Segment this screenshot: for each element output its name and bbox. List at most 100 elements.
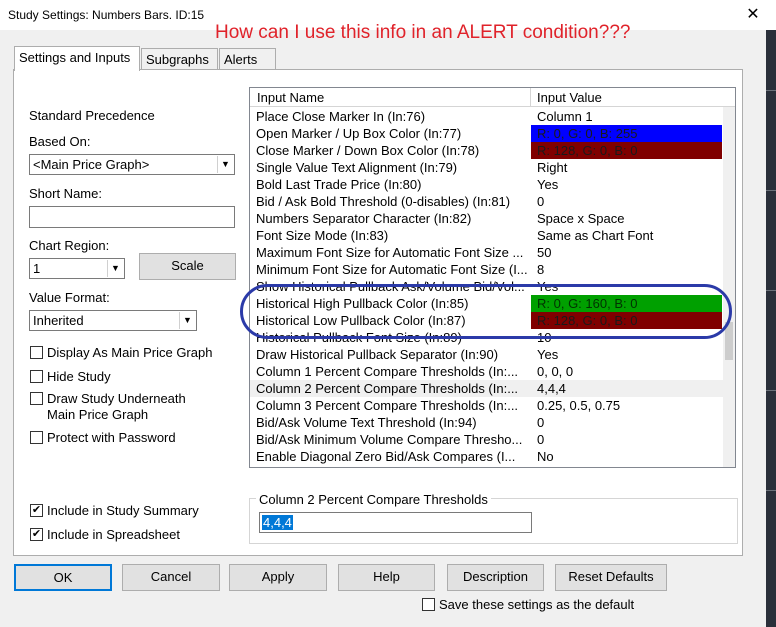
grid-scrollbar[interactable] <box>723 107 735 467</box>
input-value-cell[interactable]: 4,4,4 <box>531 380 722 397</box>
input-value-cell[interactable]: 0 <box>531 431 722 448</box>
grid-row[interactable]: Draw Historical Pullback Separator (In:9… <box>250 346 723 363</box>
input-value-cell[interactable]: 0, 0, 0 <box>531 363 722 380</box>
checkbox-label: Include in Spreadsheet <box>47 527 180 542</box>
input-name-cell: Column 3 Percent Compare Thresholds (In:… <box>256 398 519 413</box>
grid-row[interactable]: Single Value Text Alignment (In:79) Right <box>250 159 723 176</box>
input-value-cell[interactable]: Space x Space <box>531 210 722 227</box>
input-name-cell: Single Value Text Alignment (In:79) <box>256 160 458 175</box>
grid-row[interactable]: Close Marker / Down Box Color (In:78) R: … <box>250 142 723 159</box>
grid-row[interactable]: Column 3 Percent Compare Thresholds (In:… <box>250 397 723 414</box>
chevron-down-icon: ▼ <box>217 156 233 173</box>
grid-row[interactable]: Column 2 Percent Compare Thresholds (In:… <box>250 380 723 397</box>
tab-subgraphs[interactable]: Subgraphs <box>141 48 218 70</box>
description-button[interactable]: Description <box>447 564 544 591</box>
chevron-down-icon: ▼ <box>107 260 123 277</box>
based-on-label: Based On: <box>29 134 91 149</box>
grid-row[interactable]: Column 1 Percent Compare Thresholds (In:… <box>250 363 723 380</box>
input-name-cell: Draw Historical Pullback Separator (In:9… <box>256 347 499 362</box>
annotation-highlight-oval <box>240 284 732 339</box>
input-name-cell: Bid/Ask Volume Text Threshold (In:94) <box>256 415 477 430</box>
color-swatch-cell[interactable]: R: 128, G: 0, B: 0 <box>531 142 722 159</box>
value-format-label: Value Format: <box>29 290 110 305</box>
checkmark-icon[interactable]: ✔ <box>30 528 43 541</box>
checkbox-icon[interactable] <box>30 392 43 405</box>
reset-defaults-button[interactable]: Reset Defaults <box>555 564 667 591</box>
background-chart-strip <box>766 30 776 627</box>
input-value-cell[interactable]: No <box>531 448 722 465</box>
input-value-cell[interactable]: Yes <box>531 176 722 193</box>
checkbox-label: Include in Study Summary <box>47 503 199 518</box>
input-value-cell[interactable]: 50 <box>531 244 722 261</box>
input-value-cell[interactable]: 0 <box>531 414 722 431</box>
annotation-question: How can I use this info in an ALERT cond… <box>215 22 631 43</box>
input-value-cell[interactable]: Same as Chart Font <box>531 227 722 244</box>
grid-row[interactable]: Minimum Font Size for Automatic Font Siz… <box>250 261 723 278</box>
grid-row[interactable]: Open Marker / Up Box Color (In:77) R: 0, … <box>250 125 723 142</box>
input-value-cell[interactable]: 0 <box>531 193 722 210</box>
chevron-down-icon: ▼ <box>179 312 195 329</box>
input-name-cell: Column 1 Percent Compare Thresholds (In:… <box>256 364 519 379</box>
input-value-cell[interactable]: Right <box>531 159 722 176</box>
column-header-input-value[interactable]: Input Value <box>537 90 602 105</box>
value-editor-selected-text: 4,4,4 <box>262 515 293 530</box>
ok-button[interactable]: OK <box>14 564 112 591</box>
input-value-cell[interactable]: Column 1 <box>531 108 722 125</box>
standard-precedence-label: Standard Precedence <box>29 108 155 123</box>
checkbox-label: Hide Study <box>47 369 111 384</box>
checkbox-label: Draw Study Underneath Main Price Graph <box>47 391 186 422</box>
window-title: Study Settings: Numbers Bars. ID:15 <box>8 8 205 22</box>
tab-alerts[interactable]: Alerts <box>219 48 276 70</box>
inputs-grid[interactable]: Input Name Input Value Place Close Marke… <box>249 87 736 468</box>
column-header-input-name[interactable]: Input Name <box>257 90 324 105</box>
input-name-cell: Enable Diagonal Zero Bid/Ask Compares (I… <box>256 449 516 464</box>
close-icon[interactable]: ✕ <box>745 4 761 23</box>
input-name-cell: Maximum Font Size for Automatic Font Siz… <box>256 245 524 260</box>
grid-row[interactable]: Font Size Mode (In:83) Same as Chart Font <box>250 227 723 244</box>
grid-row[interactable]: Bold Last Trade Price (In:80) Yes <box>250 176 723 193</box>
input-value-cell[interactable]: 0.25, 0.5, 0.75 <box>531 397 722 414</box>
checkbox-icon[interactable] <box>30 370 43 383</box>
apply-button[interactable]: Apply <box>229 564 327 591</box>
based-on-select[interactable]: <Main Price Graph> ▼ <box>29 154 235 175</box>
grid-row[interactable]: Bid/Ask Minimum Volume Compare Thresho..… <box>250 431 723 448</box>
input-name-cell: Font Size Mode (In:83) <box>256 228 389 243</box>
input-name-cell: Place Close Marker In (In:76) <box>256 109 426 124</box>
value-editor-input[interactable]: 4,4,4 <box>259 512 532 533</box>
chart-region-select[interactable]: 1 ▼ <box>29 258 125 279</box>
input-name-cell: Bid / Ask Bold Threshold (0-disables) (I… <box>256 194 511 209</box>
grid-row[interactable]: Enable Diagonal Zero Bid/Ask Compares (I… <box>250 448 723 465</box>
help-button[interactable]: Help <box>338 564 435 591</box>
input-value-cell[interactable]: Yes <box>531 346 722 363</box>
cancel-button[interactable]: Cancel <box>122 564 220 591</box>
color-swatch-cell[interactable]: R: 0, G: 0, B: 255 <box>531 125 722 142</box>
grid-row[interactable]: Bid/Ask Volume Text Threshold (In:94) 0 <box>250 414 723 431</box>
based-on-value: <Main Price Graph> <box>33 157 150 172</box>
scale-button[interactable]: Scale <box>139 253 236 280</box>
checkmark-icon[interactable]: ✔ <box>30 504 43 517</box>
chart-region-label: Chart Region: <box>29 238 110 253</box>
value-format-value: Inherited <box>33 313 84 328</box>
short-name-label: Short Name: <box>29 186 102 201</box>
checkbox-icon[interactable] <box>30 346 43 359</box>
checkbox-icon[interactable] <box>30 431 43 444</box>
grid-row[interactable]: Maximum Font Size for Automatic Font Siz… <box>250 244 723 261</box>
tab-settings-and-inputs[interactable]: Settings and Inputs <box>14 46 140 71</box>
value-format-select[interactable]: Inherited ▼ <box>29 310 197 331</box>
grid-row[interactable]: Bid / Ask Bold Threshold (0-disables) (I… <box>250 193 723 210</box>
checkbox-label: Display As Main Price Graph <box>47 345 213 360</box>
column-divider <box>530 88 531 107</box>
input-value-cell[interactable]: 8 <box>531 261 722 278</box>
short-name-input[interactable] <box>29 206 235 228</box>
input-name-cell: Column 2 Percent Compare Thresholds (In:… <box>256 381 519 396</box>
input-name-cell: Bid/Ask Minimum Volume Compare Thresho..… <box>256 432 523 447</box>
grid-header: Input Name Input Value <box>250 88 735 107</box>
input-name-cell: Numbers Separator Character (In:82) <box>256 211 472 226</box>
checkbox-label: Save these settings as the default <box>439 597 635 612</box>
input-name-cell: Bold Last Trade Price (In:80) <box>256 177 422 192</box>
grid-row[interactable]: Place Close Marker In (In:76) Column 1 <box>250 108 723 125</box>
checkbox-icon[interactable] <box>422 598 435 611</box>
input-name-cell: Minimum Font Size for Automatic Font Siz… <box>256 262 528 277</box>
chart-region-value: 1 <box>33 261 41 276</box>
grid-row[interactable]: Numbers Separator Character (In:82) Space… <box>250 210 723 227</box>
